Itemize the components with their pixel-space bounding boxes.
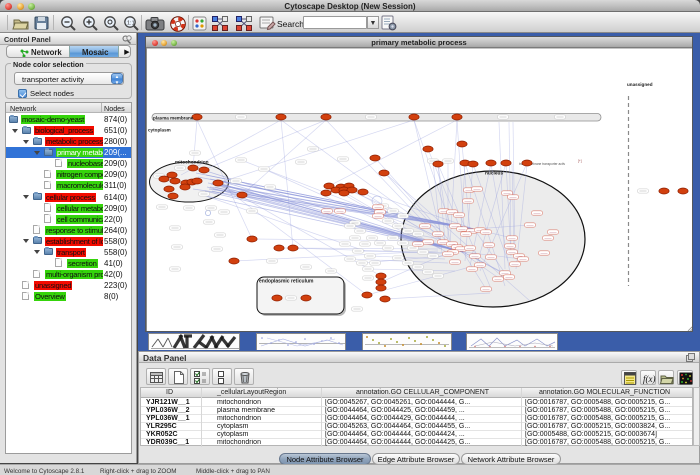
svg-text:1:1: 1:1: [127, 21, 135, 27]
svg-text:f(x): f(x): [643, 374, 656, 384]
svg-text:nucleus: nucleus: [485, 171, 503, 177]
svg-text:mitochondrion: mitochondrion: [175, 160, 209, 166]
svg-text:[+]: [+]: [578, 159, 582, 163]
svg-text:endoplasmic reticulum: endoplasmic reticulum: [259, 279, 314, 285]
svg-text:unassigned: unassigned: [627, 82, 653, 87]
svg-text:cytoplasm: cytoplasm: [148, 128, 171, 133]
svg-text:plasma membrane: plasma membrane: [153, 115, 194, 120]
